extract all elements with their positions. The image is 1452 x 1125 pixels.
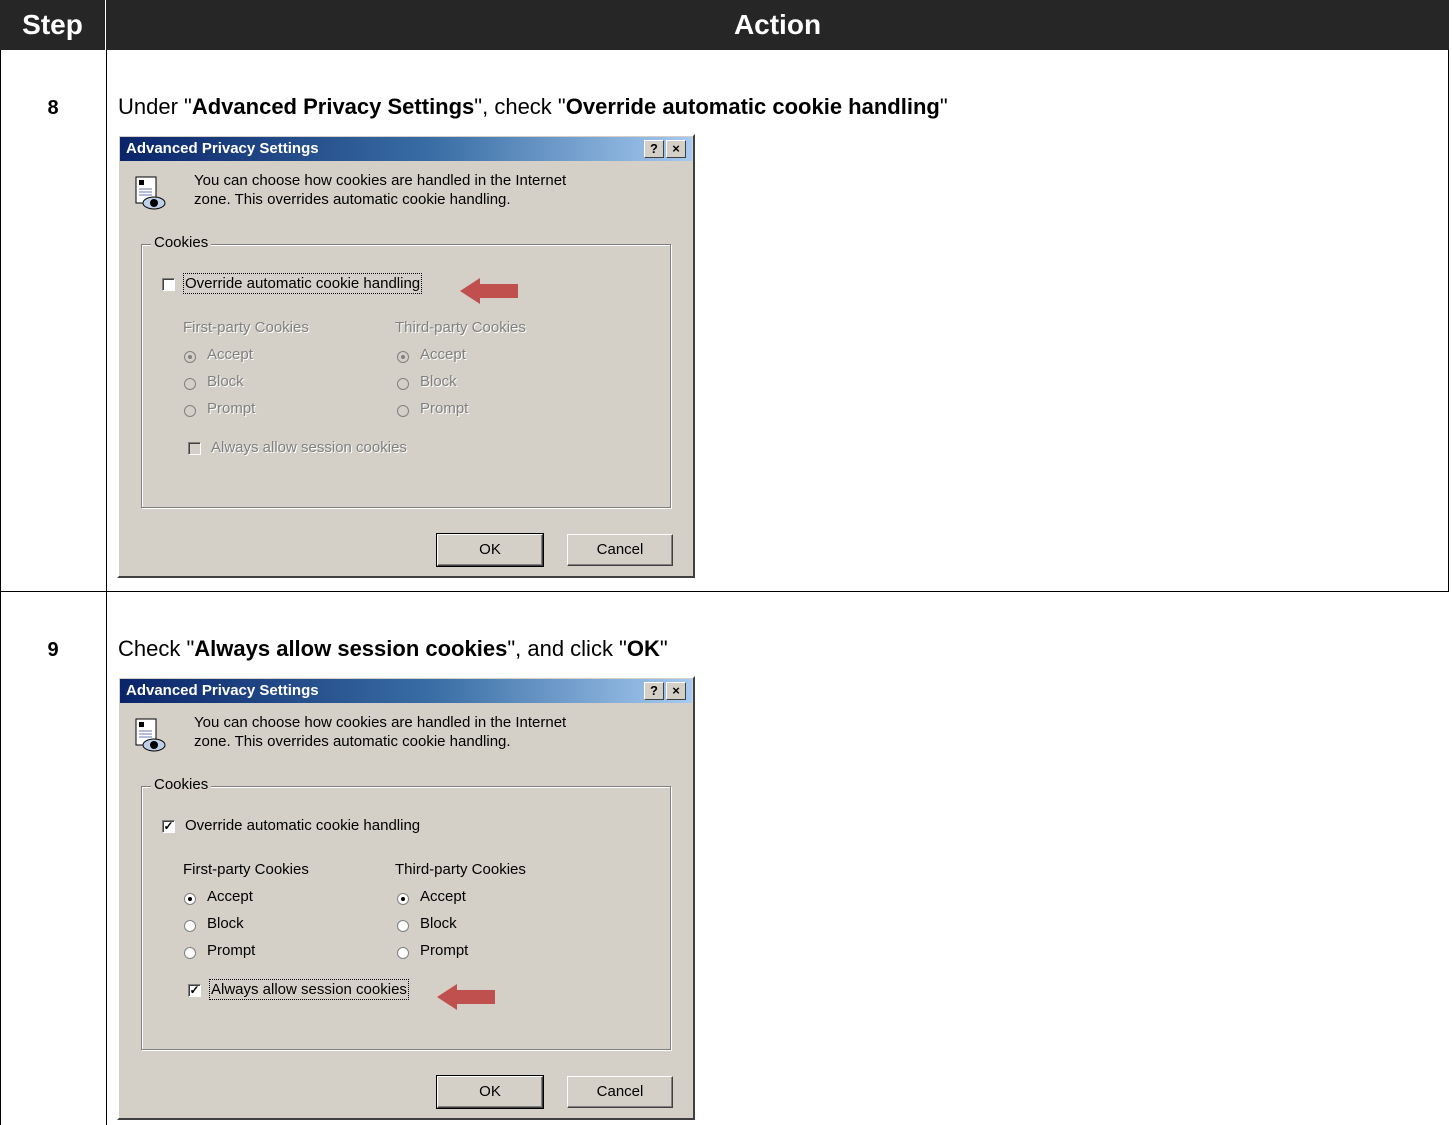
- third-party-prompt-label[interactable]: Prompt: [420, 400, 468, 417]
- session-cookies-label[interactable]: Always allow session cookies: [211, 439, 407, 456]
- table-border-left: [0, 50, 1, 1125]
- ok-button[interactable]: OK: [436, 1075, 544, 1109]
- dialog-title: Advanced Privacy Settings: [126, 682, 319, 699]
- dialog-title: Advanced Privacy Settings: [126, 140, 319, 157]
- cancel-button[interactable]: Cancel: [567, 1076, 673, 1108]
- first-party-prompt-label[interactable]: Prompt: [207, 400, 255, 417]
- first-party-header: First-party Cookies: [183, 319, 309, 336]
- first-party-accept-label[interactable]: Accept: [207, 346, 253, 363]
- close-button[interactable]: ×: [666, 682, 686, 700]
- session-cookies-checkbox[interactable]: ✓: [188, 984, 201, 997]
- step-instruction: Under "Advanced Privacy Settings", check…: [118, 94, 948, 119]
- first-party-block-radio[interactable]: [184, 920, 196, 932]
- dialog-intro-text: You can choose how cookies are handled i…: [194, 714, 567, 750]
- header-action: Action: [106, 0, 1449, 50]
- pointer-arrow-icon: [437, 984, 495, 1010]
- row-divider: [0, 591, 1449, 592]
- help-button[interactable]: ?: [644, 140, 664, 158]
- override-label[interactable]: Override automatic cookie handling: [182, 273, 423, 294]
- session-cookies-checkbox[interactable]: [188, 442, 201, 455]
- third-party-accept-label[interactable]: Accept: [420, 888, 466, 905]
- override-checkbox[interactable]: ✓: [162, 820, 175, 833]
- dialog-titlebar[interactable]: Advanced Privacy Settings ? ×: [120, 137, 692, 161]
- third-party-block-label[interactable]: Block: [420, 373, 457, 390]
- step-instruction: Check "Always allow session cookies", an…: [118, 636, 668, 661]
- third-party-block-radio[interactable]: [397, 920, 409, 932]
- table-border-right: [1448, 50, 1449, 592]
- third-party-accept-label[interactable]: Accept: [420, 346, 466, 363]
- override-checkbox[interactable]: [162, 278, 175, 291]
- first-party-block-label[interactable]: Block: [207, 915, 244, 932]
- third-party-block-label[interactable]: Block: [420, 915, 457, 932]
- first-party-accept-radio[interactable]: [184, 351, 196, 363]
- third-party-accept-radio[interactable]: [397, 893, 409, 905]
- third-party-prompt-label[interactable]: Prompt: [420, 942, 468, 959]
- third-party-accept-radio[interactable]: [397, 351, 409, 363]
- step-number: 9: [47, 639, 59, 661]
- first-party-prompt-label[interactable]: Prompt: [207, 942, 255, 959]
- ok-button[interactable]: OK: [436, 533, 544, 567]
- first-party-accept-label[interactable]: Accept: [207, 888, 253, 905]
- session-cookies-label[interactable]: Always allow session cookies: [209, 979, 409, 1000]
- first-party-block-radio[interactable]: [184, 378, 196, 390]
- cookies-group-label: Cookies: [151, 234, 212, 251]
- advanced-privacy-dialog: Advanced Privacy Settings ? × You can ch…: [117, 134, 695, 578]
- help-button[interactable]: ?: [644, 682, 664, 700]
- first-party-header: First-party Cookies: [183, 861, 309, 878]
- pointer-arrow-icon: [460, 278, 518, 304]
- third-party-prompt-radio[interactable]: [397, 405, 409, 417]
- privacy-eye-icon: [135, 176, 166, 210]
- cookies-group-label: Cookies: [151, 776, 212, 793]
- cancel-button[interactable]: Cancel: [567, 534, 673, 566]
- third-party-block-radio[interactable]: [397, 378, 409, 390]
- override-label[interactable]: Override automatic cookie handling: [185, 817, 420, 834]
- close-button[interactable]: ×: [666, 140, 686, 158]
- third-party-header: Third-party Cookies: [395, 319, 526, 336]
- first-party-prompt-radio[interactable]: [184, 405, 196, 417]
- column-divider: [106, 50, 107, 1125]
- advanced-privacy-dialog: Advanced Privacy Settings ? × You can ch…: [117, 676, 695, 1120]
- first-party-block-label[interactable]: Block: [207, 373, 244, 390]
- third-party-prompt-radio[interactable]: [397, 947, 409, 959]
- first-party-prompt-radio[interactable]: [184, 947, 196, 959]
- header-step: Step: [0, 0, 106, 50]
- first-party-accept-radio[interactable]: [184, 893, 196, 905]
- dialog-intro-text: You can choose how cookies are handled i…: [194, 172, 567, 208]
- step-number: 8: [47, 97, 59, 119]
- third-party-header: Third-party Cookies: [395, 861, 526, 878]
- privacy-eye-icon: [135, 718, 166, 752]
- dialog-titlebar[interactable]: Advanced Privacy Settings ? ×: [120, 679, 692, 703]
